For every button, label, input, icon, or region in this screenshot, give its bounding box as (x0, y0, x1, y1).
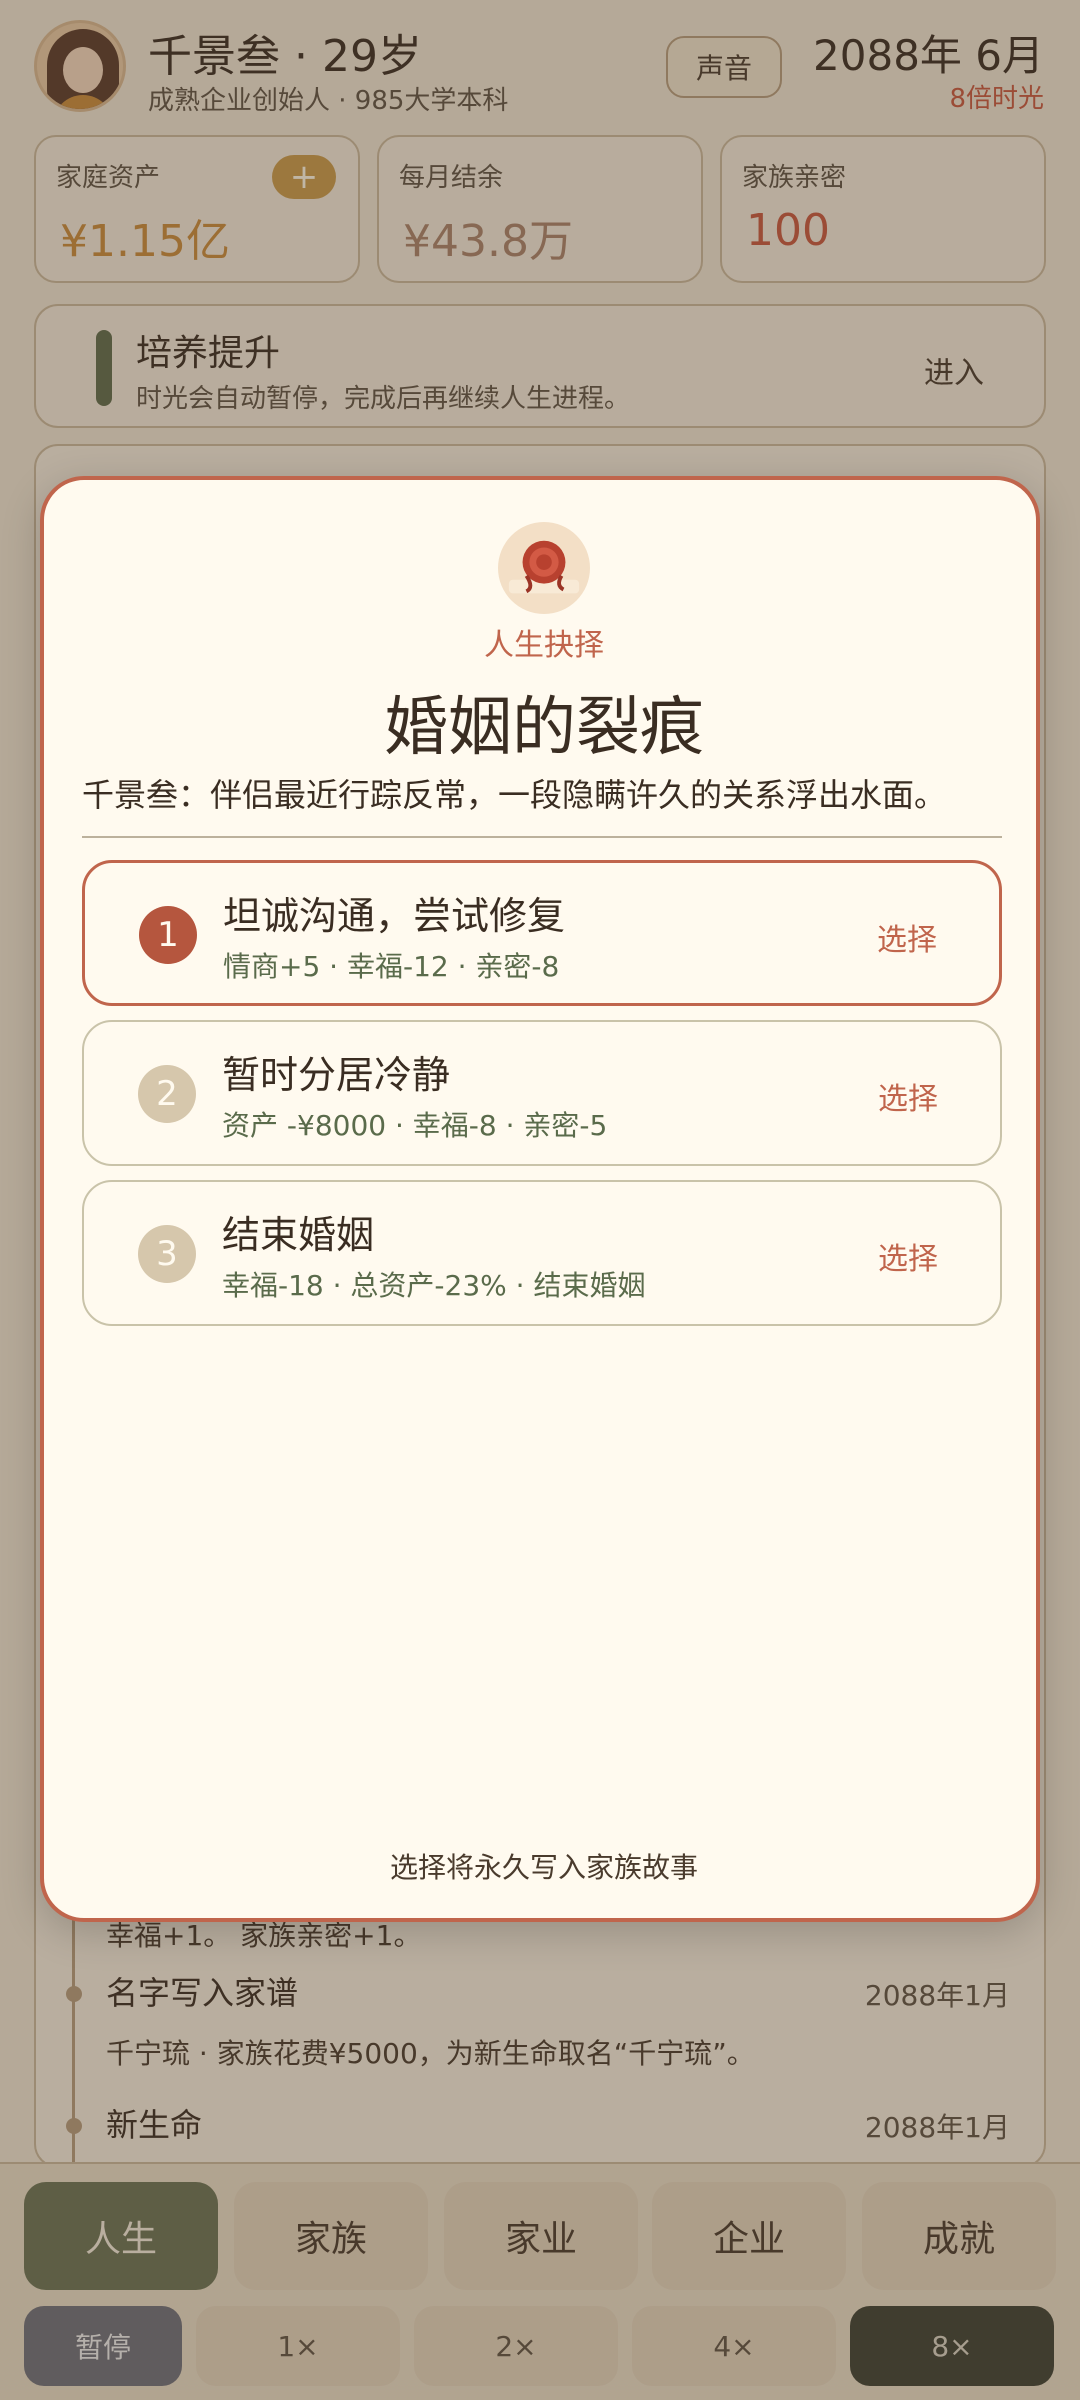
modal-description: 千景叁：伴侣最近行踪反常，一段隐瞒许久的关系浮出水面。 (82, 776, 947, 814)
app-page: 千景叁 · 29岁 成熟企业创始人 · 985大学本科 声音 2088年 6月 … (0, 0, 1080, 2400)
select-button[interactable]: 选择 (878, 1234, 938, 1278)
option-effects: 资产 -¥8000 · 幸福-8 · 亲密-5 (222, 1109, 608, 1142)
choice-option-1[interactable]: 1 坦诚沟通，尝试修复 情商+5 · 幸福-12 · 亲密-8 选择 (82, 860, 1002, 1006)
option-number: 1 (139, 906, 197, 964)
option-effects: 幸福-18 · 总资产-23% · 结束婚姻 (222, 1269, 646, 1302)
select-button[interactable]: 选择 (877, 915, 937, 959)
divider (82, 836, 1002, 838)
choice-option-2[interactable]: 2 暂时分居冷静 资产 -¥8000 · 幸福-8 · 亲密-5 选择 (82, 1020, 1002, 1166)
option-number: 2 (138, 1065, 196, 1123)
option-title: 暂时分居冷静 (222, 1053, 451, 1097)
option-effects: 情商+5 · 幸福-12 · 亲密-8 (223, 950, 560, 983)
modal-footer-note: 选择将永久写入家族故事 (389, 1851, 698, 1884)
option-title: 坦诚沟通，尝试修复 (223, 894, 566, 938)
modal-title: 婚姻的裂痕 (384, 691, 704, 765)
life-choice-modal: 人生抉择 婚姻的裂痕 千景叁：伴侣最近行踪反常，一段隐瞒许久的关系浮出水面。 1… (40, 476, 1040, 1922)
select-button[interactable]: 选择 (878, 1074, 938, 1118)
option-number: 3 (138, 1225, 196, 1283)
wax-seal-icon (498, 522, 590, 614)
modal-kicker: 人生抉择 (484, 628, 604, 663)
option-title: 结束婚姻 (222, 1213, 375, 1257)
choice-option-3[interactable]: 3 结束婚姻 幸福-18 · 总资产-23% · 结束婚姻 选择 (82, 1180, 1002, 1326)
